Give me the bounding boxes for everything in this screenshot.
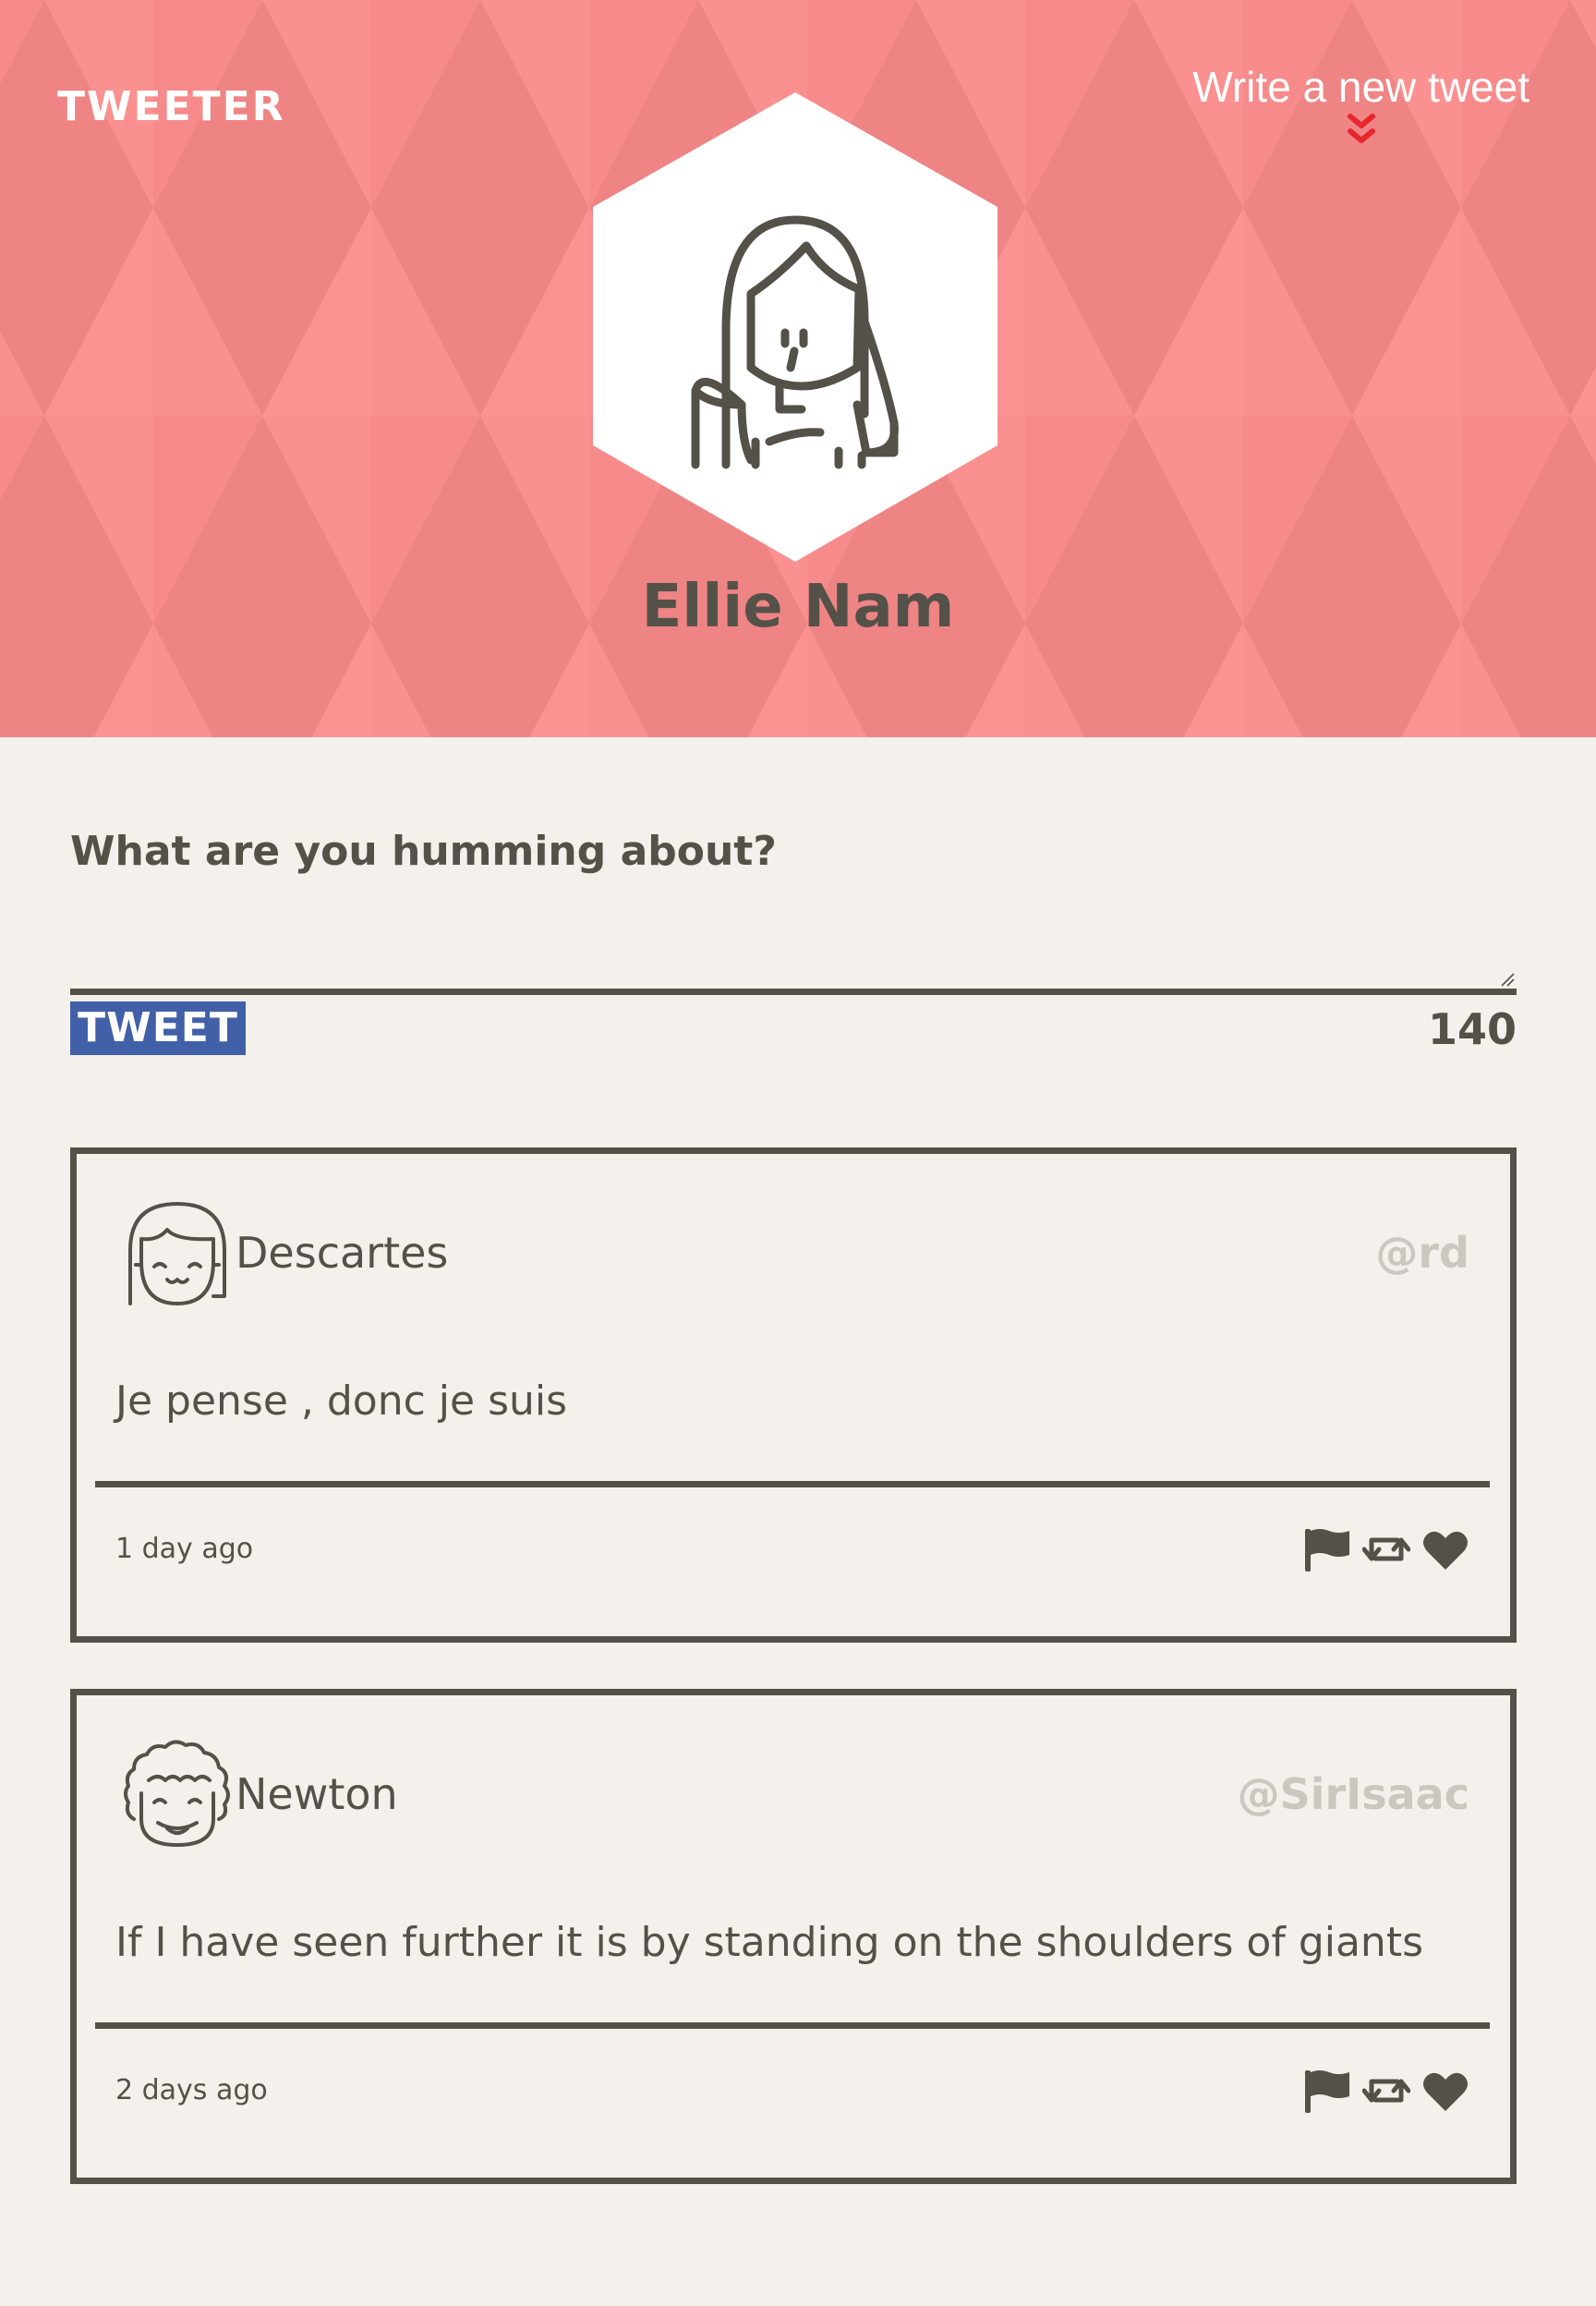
tweet-author-name[interactable]: Descartes: [236, 1228, 448, 1278]
tweet-timestamp: 1 day ago: [115, 1533, 254, 1565]
flag-button[interactable]: [1303, 1523, 1351, 1575]
retweet-icon: [1362, 2079, 1410, 2103]
write-new-tweet-link[interactable]: Write a new tweet: [1192, 61, 1530, 150]
double-chevron-down-icon: [1347, 114, 1375, 143]
tweet-card: Newton @SirIsaac If I have seen further …: [70, 1689, 1517, 2184]
profile-avatar: [593, 92, 998, 562]
tweet-author-handle[interactable]: @SirIsaac: [1238, 1769, 1469, 1819]
tweet-author-name[interactable]: Newton: [236, 1769, 398, 1819]
heart-icon: [1423, 1531, 1468, 1570]
tweet-actions: [1292, 1523, 1469, 1575]
tweet-author-handle[interactable]: @rd: [1375, 1228, 1469, 1278]
tweet-text: Je pense , donc je suis: [115, 1378, 568, 1425]
compose-prompt-label: What are you humming about?: [70, 828, 777, 875]
retweet-button[interactable]: [1362, 2065, 1410, 2117]
tweet-timestamp: 2 days ago: [115, 2074, 268, 2106]
tweet-textarea[interactable]: [70, 896, 1517, 995]
profile-name: Ellie Nam: [641, 573, 955, 641]
flag-button[interactable]: [1303, 2065, 1351, 2117]
tweet-submit-button[interactable]: TWEET: [70, 1001, 246, 1055]
like-button[interactable]: [1421, 2065, 1469, 2117]
tweet-card: Descartes @rd Je pense , donc je suis 1 …: [70, 1147, 1517, 1643]
tweet-text: If I have seen further it is by standing…: [115, 1919, 1423, 1966]
heart-icon: [1423, 2072, 1468, 2111]
retweet-icon: [1362, 1537, 1410, 1561]
profile-header: TWEETER Write a new tweet Ellie Nam: [0, 0, 1596, 737]
curly-hair-avatar-icon: [124, 1740, 230, 1847]
girl-avatar-icon: [128, 1202, 226, 1305]
character-counter: 140: [1427, 1004, 1517, 1054]
tweet-divider: [95, 1481, 1490, 1487]
flag-icon: [1305, 1529, 1349, 1572]
flag-icon: [1305, 2070, 1349, 2113]
like-button[interactable]: [1421, 1523, 1469, 1575]
resize-handle-icon[interactable]: [1500, 972, 1515, 987]
retweet-button[interactable]: [1362, 1523, 1410, 1575]
tweet-actions: [1292, 2065, 1469, 2117]
write-new-tweet-label: Write a new tweet: [1192, 63, 1530, 111]
app-logo[interactable]: TWEETER: [57, 83, 285, 130]
tweet-divider: [95, 2022, 1490, 2029]
